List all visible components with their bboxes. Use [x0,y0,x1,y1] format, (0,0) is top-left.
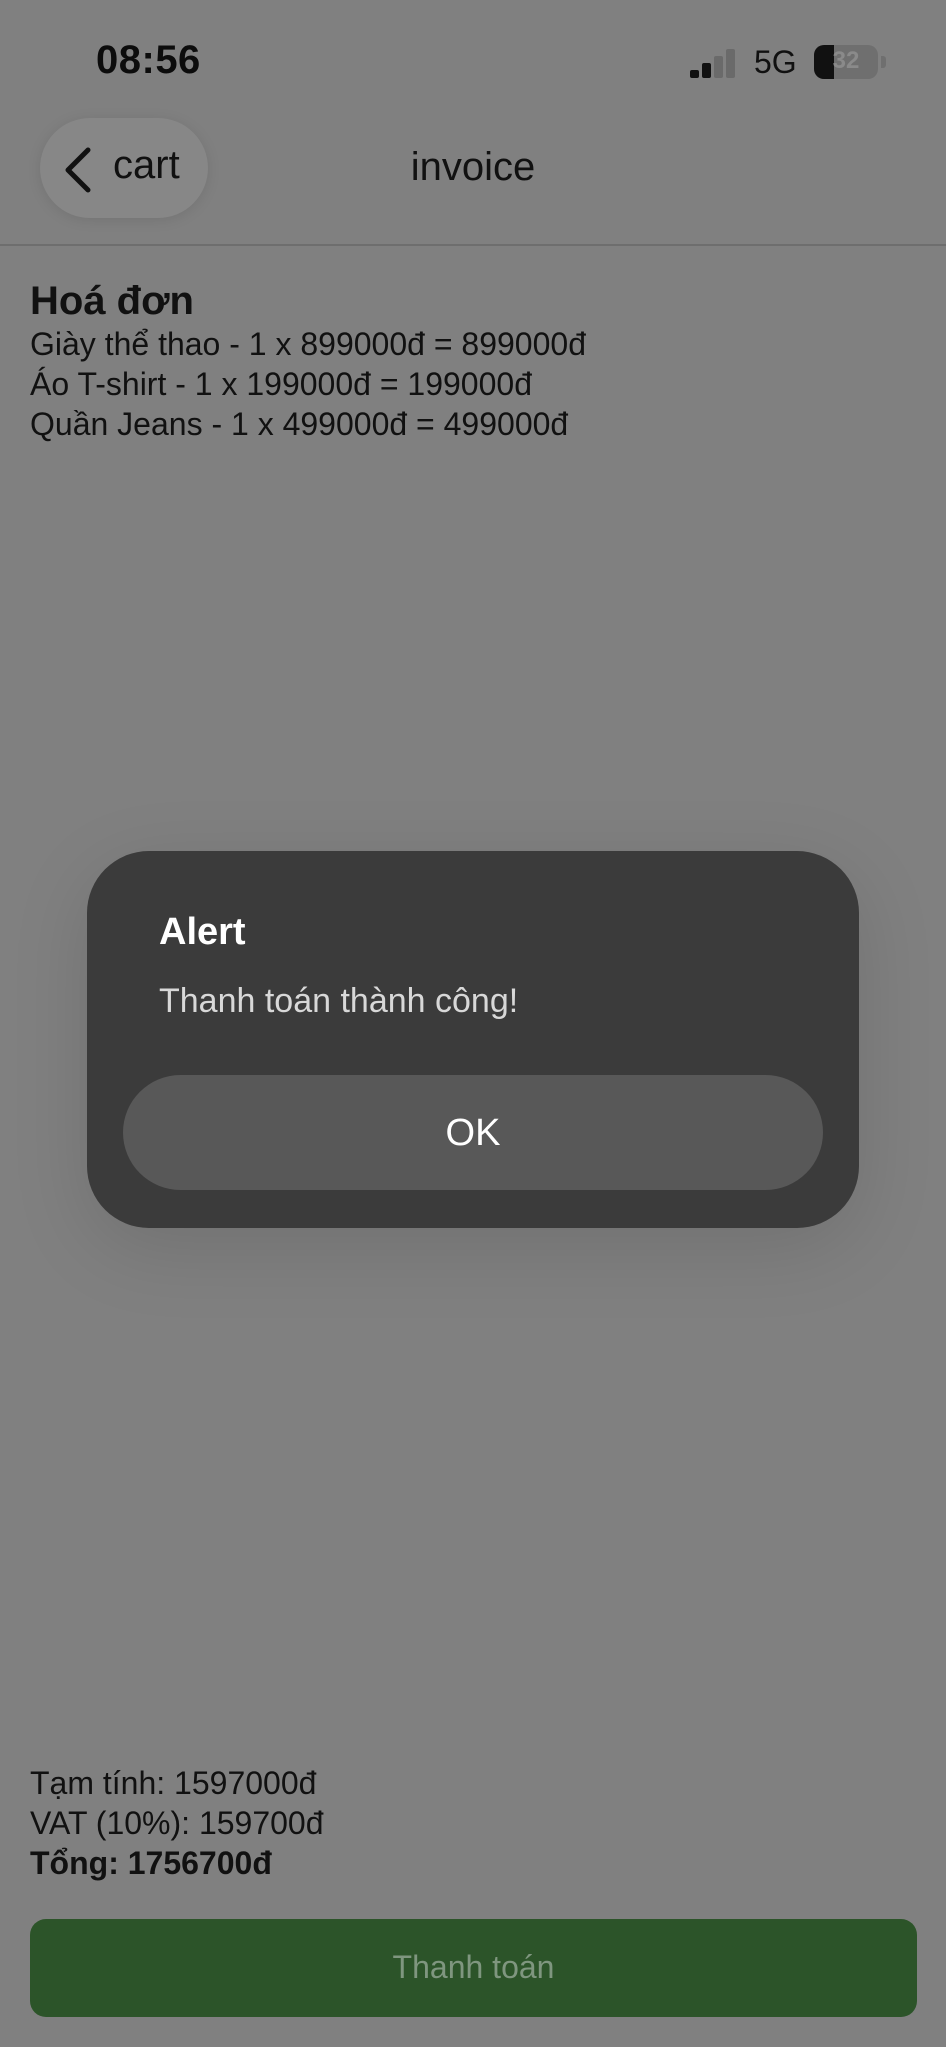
invoice-item: Quần Jeans - 1 x 499000đ = 499000đ [30,406,569,442]
battery-tip [881,56,886,68]
invoice-item: Giày thể thao - 1 x 899000đ = 899000đ [30,326,586,362]
signal-bar [714,56,723,78]
invoice-section: Hoá đơn Giày thể thao - 1 x 899000đ = 89… [30,278,916,444]
alert-dialog: Alert Thanh toán thành công! OK [87,851,859,1228]
pay-button[interactable]: Thanh toán [30,1919,917,2017]
invoice-summary: Tạm tính: 1597000đ VAT (10%): 159700đ Tổ… [30,1763,916,1883]
page-title: invoice [410,145,536,189]
pay-button-label: Thanh toán [392,1949,555,1985]
battery-percent: 32 [832,47,860,74]
alert-message: Thanh toán thành công! [159,982,519,1020]
alert-ok-button[interactable]: OK [123,1075,823,1190]
signal-bar [690,70,699,78]
alert-ok-label: OK [445,1112,501,1154]
signal-bar [702,63,711,78]
battery-icon: 32 [814,45,878,79]
status-bar: 08:56 5G 32 [0,0,946,120]
cellular-signal-icon [690,46,738,78]
vat-text: VAT (10%): 159700đ [30,1805,324,1841]
network-type: 5G [754,44,797,80]
alert-title: Alert [159,911,246,953]
signal-bar [726,49,735,78]
status-time: 08:56 [96,38,201,82]
subtotal-text: Tạm tính: 1597000đ [30,1765,317,1801]
total-text: Tổng: 1756700đ [30,1845,272,1881]
invoice-heading: Hoá đơn [30,279,194,323]
invoice-item: Áo T-shirt - 1 x 199000đ = 199000đ [30,366,532,402]
